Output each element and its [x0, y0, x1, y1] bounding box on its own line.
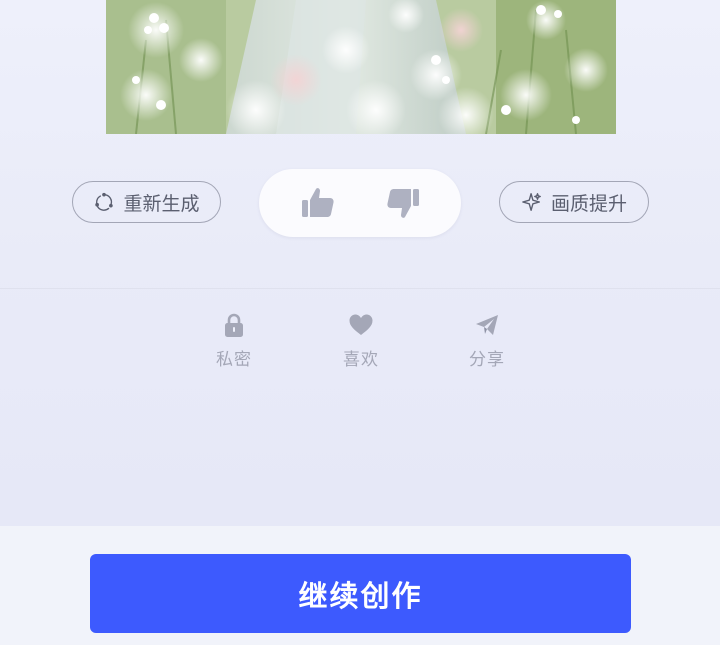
- continue-creating-button[interactable]: 继续创作: [90, 554, 631, 633]
- share-label: 分享: [469, 350, 505, 370]
- generated-image-preview[interactable]: [106, 0, 616, 134]
- private-button[interactable]: 私密: [199, 312, 269, 374]
- enhance-quality-button[interactable]: 画质提升: [499, 181, 649, 223]
- section-divider: [0, 288, 720, 289]
- like-label: 喜欢: [343, 350, 379, 370]
- flower-field-image: [106, 0, 616, 134]
- send-icon: [476, 315, 498, 335]
- thumb-up-icon[interactable]: [300, 185, 336, 221]
- heart-icon: [349, 314, 373, 335]
- thumb-down-icon[interactable]: [385, 185, 421, 221]
- regenerate-label: 重新生成: [123, 192, 200, 215]
- bottom-bar: 继续创作: [0, 526, 720, 645]
- like-button[interactable]: 喜欢: [326, 312, 396, 374]
- enhance-quality-label: 画质提升: [550, 192, 627, 215]
- regenerate-button[interactable]: 重新生成: [72, 181, 221, 223]
- refresh-icon: [95, 192, 114, 211]
- rating-group: [259, 169, 461, 237]
- sparkle-icon: [522, 193, 541, 211]
- private-label: 私密: [216, 350, 252, 370]
- share-button[interactable]: 分享: [452, 312, 522, 374]
- lock-icon: [225, 313, 243, 337]
